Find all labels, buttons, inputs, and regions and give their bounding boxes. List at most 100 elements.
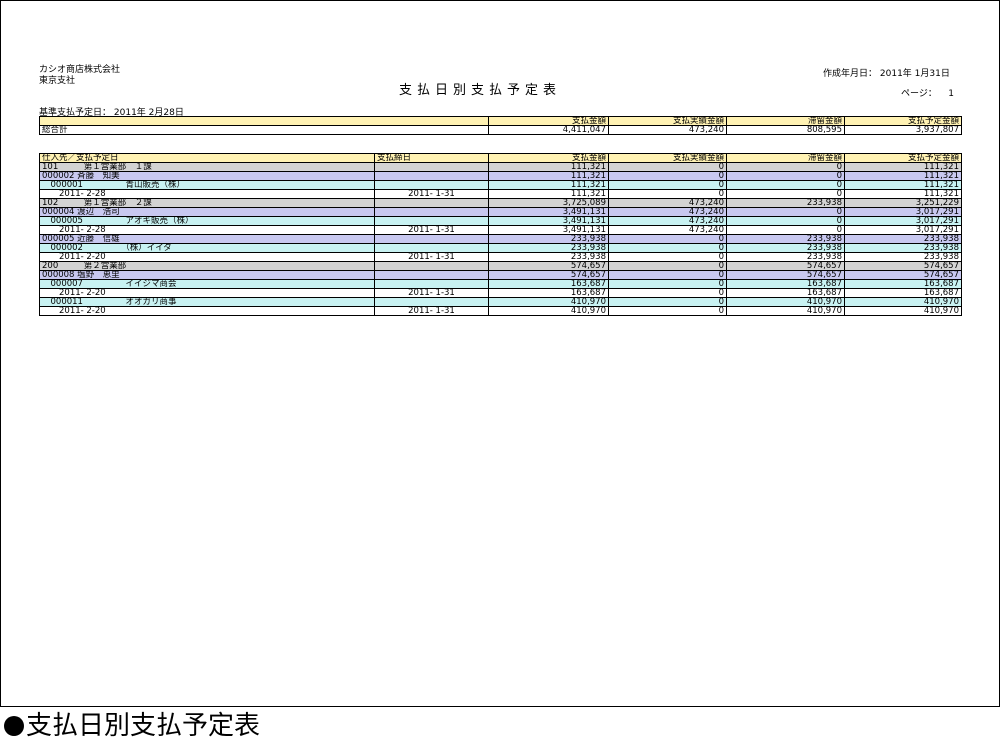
table-cell: 2011- 2-28 [39, 225, 375, 235]
summary-header-cell: 滞留金額 [726, 116, 845, 126]
table-cell: 2011- 2-20 [39, 288, 375, 298]
table-cell [374, 279, 489, 289]
table-cell: 233,938 [726, 234, 845, 244]
table-row: 200 第２営業部 574,657 0 574,657 574,657 [39, 261, 962, 271]
table-cell: 0 [726, 225, 845, 235]
table-row: 000008 塩野 恵里 574,657 0 574,657 574,657 [39, 270, 962, 280]
table-row: 000007 イイジマ商会 163,687 0 163,687 163,687 [39, 279, 962, 289]
table-row: 000004 渡辺 浩司 3,491,131 473,240 0 3,017,291 [39, 207, 962, 217]
table-cell: 473,240 [608, 198, 727, 208]
summary-cell: 4,411,047 [488, 125, 609, 135]
table-cell: 000005 近藤 信雄 [39, 234, 375, 244]
table-row: 000005 近藤 信雄 233,938 0 233,938 233,938 [39, 234, 962, 244]
table-cell: 111,321 [844, 171, 962, 181]
table-cell: 2011- 2-28 [39, 189, 375, 199]
table-cell: 111,321 [488, 171, 609, 181]
table-cell: 000004 渡辺 浩司 [39, 207, 375, 217]
table-cell: 000005 アオキ販売（株） [39, 216, 375, 226]
table-cell: 111,321 [488, 162, 609, 172]
branch-name: 東京支社 [39, 76, 76, 86]
table-cell: 0 [608, 252, 727, 262]
table-cell: 233,938 [726, 198, 845, 208]
table-cell: 3,017,291 [844, 207, 962, 217]
created-value: 2011年 1月31日 [879, 69, 950, 79]
table-cell: 3,017,291 [844, 225, 962, 235]
table-cell: 0 [608, 306, 727, 316]
table-row: 2011- 2-20 2011- 1-31 410,970 0 410,970 410,9… [39, 306, 962, 316]
table-cell: 3,725,089 [488, 198, 609, 208]
table-cell: 2011- 1-31 [374, 306, 489, 316]
detail-header-cell: 支払予定金額 [844, 153, 962, 163]
table-cell: 2011- 2-20 [39, 306, 375, 316]
table-cell: 0 [608, 234, 727, 244]
table-cell: 163,687 [844, 288, 962, 298]
table-cell: 0 [726, 207, 845, 217]
table-row: 000005 アオキ販売（株） 3,491,131 473,240 0 3,017,29… [39, 216, 962, 226]
table-cell: 3,251,229 [844, 198, 962, 208]
table-cell: 3,491,131 [488, 207, 609, 217]
table-row: 000002 斉藤 知美 111,321 0 0 111,321 [39, 171, 962, 181]
table-cell: 0 [726, 180, 845, 190]
page-value: 1 [948, 89, 955, 99]
table-cell: 111,321 [844, 162, 962, 172]
table-cell: 233,938 [488, 243, 609, 253]
table-cell [374, 216, 489, 226]
table-cell: 473,240 [608, 207, 727, 217]
caption-text: 支払日別支払予定表 [26, 711, 261, 741]
table-cell: 2011- 1-31 [374, 288, 489, 298]
table-cell: 0 [608, 270, 727, 280]
detail-table: 仕入先／支払予定日 支払締日 支払金額 支払実績金額 滞留金額 支払予定金額 1… [39, 153, 962, 316]
table-cell: 574,657 [726, 261, 845, 271]
table-cell: 410,970 [488, 306, 609, 316]
table-cell: 410,970 [488, 297, 609, 307]
summary-header-cell: 支払実績金額 [608, 116, 727, 126]
table-cell: 574,657 [488, 270, 609, 280]
table-cell: 233,938 [844, 234, 962, 244]
table-cell: 200 第２営業部 [39, 261, 375, 271]
table-row: 000011 オオガリ商事 410,970 0 410,970 410,970 [39, 297, 962, 307]
table-cell: 233,938 [726, 243, 845, 253]
table-row: 000002 （株）イイダ 233,938 0 233,938 233,938 [39, 243, 962, 253]
page-label: ページ： [901, 89, 937, 99]
page-number: ページ： 1 [901, 86, 954, 99]
table-cell: 0 [608, 261, 727, 271]
created-label: 作成年月日： [823, 69, 878, 79]
summary-header-cell [39, 116, 489, 126]
caption: 支払日別支払予定表 [4, 710, 260, 742]
table-cell: 3,491,131 [488, 225, 609, 235]
table-row: 2011- 2-28 2011- 1-31 3,491,131 473,240 0 3,0… [39, 225, 962, 235]
table-cell: 233,938 [844, 252, 962, 262]
summary-header-row: 支払金額 支払実績金額 滞留金額 支払予定金額 [39, 116, 962, 126]
table-row: 2011- 2-20 2011- 1-31 233,938 0 233,938 233,9… [39, 252, 962, 262]
table-cell: 163,687 [488, 279, 609, 289]
table-cell: 0 [608, 288, 727, 298]
table-cell: 0 [608, 180, 727, 190]
table-cell: 000001 青山販売（株） [39, 180, 375, 190]
summary-header-cell: 支払金額 [488, 116, 609, 126]
table-cell: 2011- 1-31 [374, 225, 489, 235]
table-cell: 473,240 [608, 225, 727, 235]
table-cell: 111,321 [488, 189, 609, 199]
table-cell [374, 297, 489, 307]
table-cell: 000007 イイジマ商会 [39, 279, 375, 289]
bullet-icon [4, 716, 24, 736]
table-cell: 0 [726, 171, 845, 181]
summary-cell: 808,595 [726, 125, 845, 135]
table-cell: 0 [726, 216, 845, 226]
table-cell: 0 [608, 279, 727, 289]
table-row: 102 第１営業部 ２課 3,725,089 473,240 233,938 3,251… [39, 198, 962, 208]
table-cell: 163,687 [726, 279, 845, 289]
company-name: カシオ商店株式会社 [39, 65, 121, 75]
table-cell: 2011- 1-31 [374, 252, 489, 262]
table-cell: 102 第１営業部 ２課 [39, 198, 375, 208]
table-cell: 163,687 [844, 279, 962, 289]
detail-header-cell: 支払締日 [374, 153, 489, 163]
table-cell: 111,321 [844, 180, 962, 190]
table-cell: 410,970 [726, 306, 845, 316]
table-cell: 163,687 [488, 288, 609, 298]
table-cell: 410,970 [844, 306, 962, 316]
table-cell: 574,657 [844, 261, 962, 271]
table-cell: 0 [608, 162, 727, 172]
table-row: 000001 青山販売（株） 111,321 0 0 111,321 [39, 180, 962, 190]
table-cell: 233,938 [726, 252, 845, 262]
